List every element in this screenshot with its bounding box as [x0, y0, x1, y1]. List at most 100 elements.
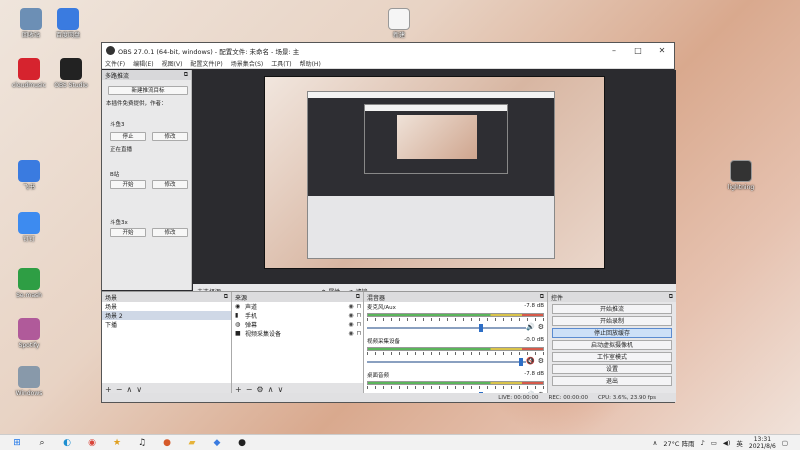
target-status: 正在直播: [110, 147, 133, 153]
mic-icon[interactable]: ♪: [701, 439, 705, 447]
desktop-shortcut[interactable]: Spotify: [6, 318, 52, 349]
visibility-eye-icon[interactable]: ◉: [347, 303, 355, 310]
volume-slider[interactable]: [367, 324, 526, 332]
visibility-eye-icon[interactable]: ◉: [347, 330, 355, 337]
dock-float-icon[interactable]: ⧉: [540, 293, 544, 301]
lock-icon[interactable]: ⊓: [355, 321, 363, 328]
sources-header: 来源 ⧉: [232, 292, 363, 302]
network-icon[interactable]: ▭: [711, 439, 717, 447]
dock-float-icon[interactable]: ⧉: [184, 71, 188, 79]
menu-bar: 文件(F) 编辑(E) 视图(V) 配置文件(P) 场景集合(S) 工具(T) …: [102, 58, 674, 69]
folder-icon[interactable]: ▰: [184, 437, 200, 449]
music-icon[interactable]: ♫: [134, 437, 150, 449]
mute-icon[interactable]: 🔇: [526, 357, 535, 365]
menu-profile[interactable]: 配置文件(P): [190, 59, 222, 68]
menu-help[interactable]: 帮助(H): [300, 59, 321, 68]
obs-icon[interactable]: ●: [234, 437, 250, 449]
menu-file[interactable]: 文件(F): [105, 59, 125, 68]
control-button[interactable]: 启动虚拟摄像机: [552, 340, 672, 350]
target-edit-button[interactable]: 修改: [152, 180, 188, 189]
lock-icon[interactable]: ⊓: [355, 330, 363, 337]
volume-slider-knob[interactable]: [519, 358, 524, 366]
controls-header: 控件 ⧉: [548, 292, 676, 302]
cloud-drive-icon: [57, 8, 79, 30]
language-indicator[interactable]: 英: [736, 438, 743, 448]
desktop-shortcut-label: 新建: [392, 32, 405, 39]
control-button[interactable]: 退出: [552, 376, 672, 386]
dock-float-icon[interactable]: ⧉: [669, 293, 673, 301]
volume-icon[interactable]: 🔊: [526, 323, 535, 331]
source-item[interactable]: ◍ 弹幕 ◉ ⊓: [232, 320, 363, 329]
control-button[interactable]: 开始推流: [552, 304, 672, 314]
desktop-shortcut[interactable]: lightning: [718, 160, 764, 191]
window-title: OBS 27.0.1 (64-bit, windows) - 配置文件: 未命名…: [118, 47, 300, 56]
multistream-dock: 多路推流 ⧉ 新建推流目标 本插件免费提供，作者： 斗鱼3 停止 修改 正在直播…: [102, 70, 192, 290]
desktop-shortcut[interactable]: 百度网盘: [45, 8, 91, 39]
dock-float-icon[interactable]: ⧉: [224, 293, 228, 301]
document-icon: [388, 8, 410, 30]
target-stop-button[interactable]: 停止: [110, 132, 146, 141]
desktop-shortcut[interactable]: 飞书: [6, 160, 52, 191]
gear-icon[interactable]: ⚙: [538, 323, 544, 331]
gear-icon[interactable]: ⚙: [538, 357, 544, 365]
browser-icon: ◍: [235, 321, 241, 328]
scene-item[interactable]: 场景 2: [102, 311, 231, 320]
desktop-shortcut[interactable]: OBS Studio: [48, 58, 94, 89]
visibility-eye-icon[interactable]: ◉: [347, 312, 355, 319]
target-start-button[interactable]: 开始: [110, 180, 146, 189]
nested-obs-window: [364, 104, 508, 174]
lock-icon[interactable]: ⊓: [355, 303, 363, 310]
menu-edit[interactable]: 编辑(E): [133, 59, 153, 68]
target-edit-button[interactable]: 修改: [152, 132, 188, 141]
sources-dock: 来源 ⧉ ◉ 声道 ◉ ⊓ ▮ 手机 ◉ ⊓ ◍ 弹幕 ◉ ⊓ ■ 视频采集设备 ◉ ⊓ + − ⚙ ∧ ∨: [232, 292, 364, 395]
close-button[interactable]: ✕: [650, 46, 674, 55]
weather-status[interactable]: 27°C 阵雨: [663, 438, 694, 448]
control-button[interactable]: 工作室模式: [552, 352, 672, 362]
volume-icon[interactable]: ◀): [723, 439, 731, 447]
source-item[interactable]: ▮ 手机 ◉ ⊓: [232, 311, 363, 320]
browser-edge-icon[interactable]: ◐: [59, 437, 75, 449]
minimize-button[interactable]: –: [602, 46, 626, 55]
search-icon[interactable]: ⌕: [34, 437, 50, 449]
dock-float-icon[interactable]: ⧉: [356, 293, 360, 301]
app-icon[interactable]: ◆: [209, 437, 225, 449]
menu-tools[interactable]: 工具(T): [271, 59, 291, 68]
track-db: -0.0 dB: [524, 337, 544, 343]
desktop-shortcut[interactable]: Se.mash: [6, 268, 52, 299]
notification-icon[interactable]: ▢: [782, 439, 788, 447]
start-button[interactable]: ⊞: [9, 437, 25, 449]
scene-item[interactable]: 场景: [102, 302, 231, 311]
volume-slider-knob[interactable]: [479, 324, 484, 332]
taskbar: ⊞ ⌕ ◐ ◉ ★ ♫ ● ▰ ◆ ● ∧ 27°C 阵雨 ♪ ▭ ◀) 英 1…: [0, 434, 800, 450]
control-button[interactable]: 设置: [552, 364, 672, 374]
scene-item[interactable]: 下播: [102, 320, 231, 329]
menu-scene-collection[interactable]: 场景集合(S): [231, 59, 264, 68]
mixer-header: 混音器 ⧉: [364, 292, 547, 302]
mixer-list: 麦克风/Aux -7.8 dB 🔊 ⚙ 视频采集设备 -0.0 dB 🔇 ⚙ 桌面音频 -7.8 …: [364, 302, 547, 404]
source-item[interactable]: ◉ 声道 ◉ ⊓: [232, 302, 363, 311]
netease-music-icon: [18, 58, 40, 80]
desktop-shortcut[interactable]: 钉钉: [6, 212, 52, 243]
new-target-button[interactable]: 新建推流目标: [108, 86, 188, 95]
desktop-shortcut[interactable]: Windows: [6, 366, 52, 397]
control-button[interactable]: 停止回放缓存: [552, 328, 672, 338]
clock[interactable]: 13:31 2021/8/6: [749, 436, 776, 450]
preview-area[interactable]: 未选择源 ⚙ 属性 ◑ 滤镜: [193, 70, 676, 298]
target-start-button[interactable]: 开始: [110, 228, 146, 237]
lock-icon[interactable]: ⊓: [355, 312, 363, 319]
control-button[interactable]: 开始录制: [552, 316, 672, 326]
chevron-up-icon[interactable]: ∧: [653, 439, 658, 447]
desktop-shortcut[interactable]: 新建: [376, 8, 422, 39]
app-icon[interactable]: ●: [159, 437, 175, 449]
menu-view[interactable]: 视图(V): [162, 59, 183, 68]
app-icon[interactable]: ★: [109, 437, 125, 449]
volume-slider[interactable]: [367, 358, 526, 366]
browser-chrome-icon[interactable]: ◉: [84, 437, 100, 449]
source-item[interactable]: ■ 视频采集设备 ◉ ⊓: [232, 329, 363, 338]
desktop-shortcut[interactable]: cloudmusic: [6, 58, 52, 89]
target-edit-button[interactable]: 修改: [152, 228, 188, 237]
status-bar: LIVE: 00:00:00 REC: 00:00:00 CPU: 3.6%, …: [102, 393, 676, 402]
maximize-button[interactable]: □: [626, 46, 650, 55]
track-name: 桌面音频: [367, 373, 390, 379]
visibility-eye-icon[interactable]: ◉: [347, 321, 355, 328]
